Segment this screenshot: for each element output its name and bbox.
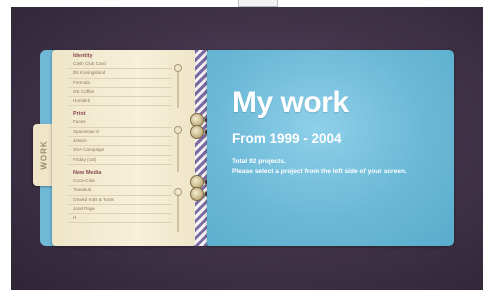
menu-item[interactable]: H <box>68 214 172 224</box>
section-title: Print <box>73 111 86 118</box>
menu-item[interactable]: OK Coffee <box>68 88 172 98</box>
binder-ring-icon <box>190 125 204 139</box>
menu-item[interactable]: Tweakuk <box>68 186 172 196</box>
menu-item[interactable]: Onwkd Kids & Tools <box>68 196 172 205</box>
notebook-spine <box>195 50 207 246</box>
menu-item[interactable]: Coca-Cola <box>68 177 172 187</box>
page-title: My work <box>232 86 349 119</box>
menu-item[interactable]: Cash Club Card <box>68 60 172 70</box>
menu-item[interactable]: Jetson <box>68 137 172 147</box>
menu-section-print: Print Faces Spaceman 8 Jetson 2OA Campai… <box>68 110 172 165</box>
instruction-text: Please select a project from the left si… <box>232 168 407 175</box>
menu-item[interactable]: Jood Page <box>68 205 172 215</box>
scrollbar-knob-identity[interactable] <box>174 64 182 72</box>
scrollbar-knob-new-media[interactable] <box>174 188 182 196</box>
top-tab <box>238 0 278 7</box>
scrollbar-knob-print[interactable] <box>174 126 182 134</box>
menu-item[interactable]: Formula <box>68 79 172 88</box>
menu-section-identity: Identity Cash Club Card Dit Koningsland … <box>68 52 172 107</box>
project-menu-list: Identity Cash Club Card Dit Koningsland … <box>68 52 172 224</box>
info-panel <box>207 50 454 246</box>
menu-item[interactable]: Horsbirk <box>68 97 172 107</box>
work-tab-label: WORK <box>39 140 49 170</box>
section-title: New Media <box>73 169 102 176</box>
menu-item[interactable]: Friday (cut) <box>68 156 172 165</box>
menu-item[interactable]: 2OA Campaign <box>68 146 172 156</box>
total-projects-text: Total 92 projects. <box>232 158 286 165</box>
section-title: Identity <box>73 53 93 59</box>
menu-section-new-media: New Media Coca-Cola Tweakuk Onwkd Kids &… <box>68 169 172 224</box>
menu-item[interactable]: Dit Koningsland <box>68 69 172 79</box>
menu-item[interactable]: Spaceman 8 <box>68 128 172 138</box>
page-subtitle: From 1999 - 2004 <box>232 131 342 146</box>
menu-item[interactable]: Faces <box>68 118 172 128</box>
binder-ring-icon <box>190 187 204 201</box>
